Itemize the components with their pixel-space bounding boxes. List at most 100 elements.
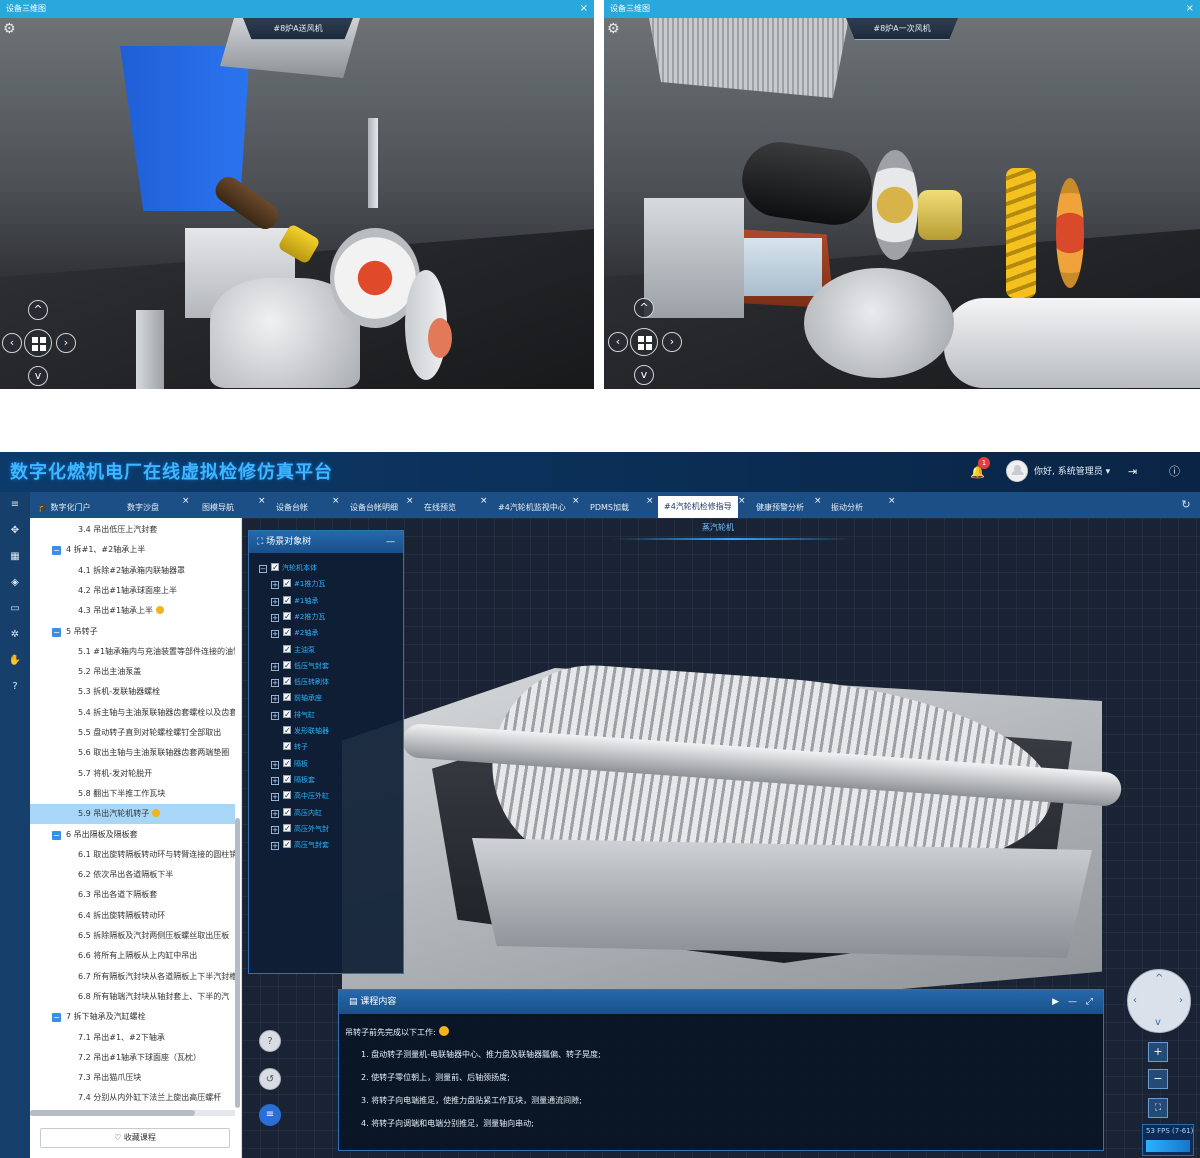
visibility-checkbox[interactable] — [283, 757, 291, 771]
expand-icon[interactable]: + — [271, 597, 279, 606]
course-chapter[interactable]: −4 拆#1、#2轴承上半 — [30, 540, 235, 560]
course-step[interactable]: 7.2 吊出#1轴承下球面座（瓦枕） — [30, 1048, 235, 1068]
zoom-in-button[interactable]: + — [1148, 1042, 1168, 1062]
tab-vibration-analysis[interactable]: 振动分析 — [831, 498, 863, 518]
tab-turbine-monitor[interactable]: #4汽轮机监视中心 — [498, 498, 566, 518]
scene-tree-node[interactable]: + 前轴承座 — [271, 691, 322, 705]
gear-icon[interactable]: ⚙ — [607, 22, 621, 36]
nav-up-button[interactable]: ^ — [634, 298, 654, 318]
nav-right-button[interactable]: › — [56, 333, 76, 353]
course-step[interactable]: 5.4 拆主轴与主油泵联轴器齿套螺栓以及齿套 — [30, 703, 235, 723]
expand-icon[interactable]: + — [271, 630, 279, 639]
close-icon[interactable]: × — [406, 496, 414, 506]
scene-tree-node[interactable]: + 隔板套 — [271, 773, 315, 787]
scene-tree-node[interactable]: 转子 — [271, 740, 308, 754]
user-menu[interactable]: 你好, 系统管理员 ▾ — [1034, 452, 1110, 492]
tab-digital-sandbox[interactable]: 数字沙盘 — [127, 498, 159, 518]
nav-down-button[interactable]: v — [634, 365, 654, 385]
close-icon[interactable]: × — [738, 496, 746, 506]
expand-icon[interactable]: + — [271, 613, 279, 622]
visibility-checkbox[interactable] — [283, 822, 291, 836]
3d-scene[interactable] — [604, 18, 1200, 389]
visibility-checkbox[interactable] — [283, 610, 291, 624]
close-icon[interactable]: × — [182, 496, 190, 506]
course-step[interactable]: 6.2 依次吊出各道隔板下半 — [30, 865, 235, 885]
close-icon[interactable]: × — [1186, 0, 1194, 18]
scene-tree-node[interactable]: 发形联轴器 — [271, 724, 329, 738]
visibility-checkbox[interactable] — [283, 806, 291, 820]
hand-icon[interactable]: ✋ — [8, 654, 22, 668]
course-step[interactable]: 5.1 #1轴承箱内与充油装置等部件连接的油管 — [30, 642, 235, 662]
tab-map-navigation[interactable]: 图模导航 — [202, 498, 234, 518]
maximize-icon[interactable]: ⤢ — [1086, 990, 1093, 1014]
nav-left-button[interactable]: ‹ — [608, 332, 628, 352]
pan-right-icon[interactable]: › — [1179, 996, 1183, 1006]
pan-down-icon[interactable]: v — [1155, 1018, 1161, 1028]
menu-button[interactable]: ≡ — [259, 1104, 281, 1126]
expand-icon[interactable]: + — [271, 760, 279, 769]
course-step[interactable]: 3.4 吊出低压上汽封套 — [30, 520, 235, 540]
fullscreen-button[interactable]: ⛶ — [1148, 1098, 1168, 1118]
course-step[interactable]: 5.7 将机-发对轮脱开 — [30, 764, 235, 784]
info-icon[interactable]: ⓘ — [1169, 452, 1180, 492]
scene-tree-node[interactable]: + 高压外气封 — [271, 822, 329, 836]
logout-icon[interactable]: ⇥ — [1128, 452, 1137, 492]
scene-tree-node[interactable]: + 高中压外缸 — [271, 789, 329, 803]
close-icon[interactable]: × — [480, 496, 488, 506]
course-step[interactable]: 4.3 吊出#1轴承上半 — [30, 601, 235, 621]
course-chapter[interactable]: −7 拆下轴承及汽缸螺栓 — [30, 1007, 235, 1027]
scene-tree-node[interactable]: + 排气缸 — [271, 708, 315, 722]
help-button[interactable]: ? — [259, 1030, 281, 1052]
close-icon[interactable]: × — [572, 496, 580, 506]
scene-tree-node[interactable]: 主油泵 — [271, 643, 315, 657]
scene-tree-node[interactable]: + 低压转刷体 — [271, 675, 329, 689]
3d-scene[interactable] — [0, 18, 594, 389]
visibility-checkbox[interactable] — [283, 708, 291, 722]
close-icon[interactable]: × — [646, 496, 654, 506]
visibility-checkbox[interactable] — [283, 838, 291, 852]
play-coin-icon[interactable] — [438, 1026, 449, 1036]
play-icon[interactable]: ▶ — [1052, 990, 1059, 1014]
laptop-icon[interactable]: ▭ — [8, 602, 22, 616]
course-chapter[interactable]: −5 吊转子 — [30, 622, 235, 642]
course-step[interactable]: 5.2 吊出主油泵盖 — [30, 662, 235, 682]
nav-right-button[interactable]: › — [662, 332, 682, 352]
expand-icon[interactable]: + — [271, 695, 279, 704]
tab-digital-portal[interactable]: 🎓 数字化门户 — [38, 498, 91, 518]
close-icon[interactable]: × — [332, 496, 340, 506]
expand-icon[interactable]: + — [271, 662, 279, 671]
avatar[interactable] — [1006, 460, 1028, 482]
scene-tree-node[interactable]: + 高压气封套 — [271, 838, 329, 852]
menu-icon[interactable]: ≡ — [8, 498, 22, 512]
visibility-checkbox[interactable] — [283, 577, 291, 591]
database-icon[interactable]: ▦ — [8, 550, 22, 564]
horizontal-scrollbar[interactable] — [30, 1110, 235, 1116]
course-step[interactable]: 7.3 吊出猫爪压块 — [30, 1068, 235, 1088]
scene-tree-node[interactable]: + #1推力瓦 — [271, 577, 325, 591]
course-step[interactable]: 4.1 拆除#2轴承箱内联轴器罩 — [30, 561, 235, 581]
expand-icon[interactable]: + — [271, 793, 279, 802]
course-step[interactable]: 5.9 吊出汽轮机转子 — [30, 804, 235, 825]
collapse-icon[interactable]: − — [52, 1013, 61, 1023]
visibility-checkbox[interactable] — [283, 643, 291, 657]
scene-tree-node[interactable]: − 汽轮机本体 — [259, 561, 317, 575]
nav-home-button[interactable] — [630, 328, 658, 356]
course-step[interactable]: 6.5 拆除隔板及汽封两侧压板螺丝取出压板 — [30, 926, 235, 946]
scene-tree-node[interactable]: + #2轴承 — [271, 626, 318, 640]
collapse-icon[interactable]: − — [52, 546, 61, 556]
course-step[interactable]: 6.6 将所有上隔板从上内缸中吊出 — [30, 946, 235, 966]
scene-tree-node[interactable]: + #2推力瓦 — [271, 610, 325, 624]
visibility-checkbox[interactable] — [283, 740, 291, 754]
tab-health-warning[interactable]: 健康预警分析 — [756, 498, 804, 518]
course-step[interactable]: 6.3 吊出各道下隔板套 — [30, 885, 235, 905]
visibility-checkbox[interactable] — [271, 561, 279, 575]
tab-turbine-maintenance[interactable]: #4汽轮机检修指导 — [658, 496, 738, 518]
tab-equipment-ledger-detail[interactable]: 设备台帐明细 — [350, 498, 398, 518]
refresh-icon[interactable]: ↻ — [1178, 497, 1194, 513]
collapse-icon[interactable]: − — [259, 565, 267, 573]
visibility-checkbox[interactable] — [283, 691, 291, 705]
scene-tree-node[interactable]: + 隔板 — [271, 757, 308, 771]
cogs-icon[interactable]: ✲ — [8, 628, 22, 642]
course-step[interactable]: 5.5 盘动转子直到对轮螺栓螺钉全部取出 — [30, 723, 235, 743]
camera-pan-control[interactable]: ^ ‹ › v — [1127, 969, 1191, 1033]
